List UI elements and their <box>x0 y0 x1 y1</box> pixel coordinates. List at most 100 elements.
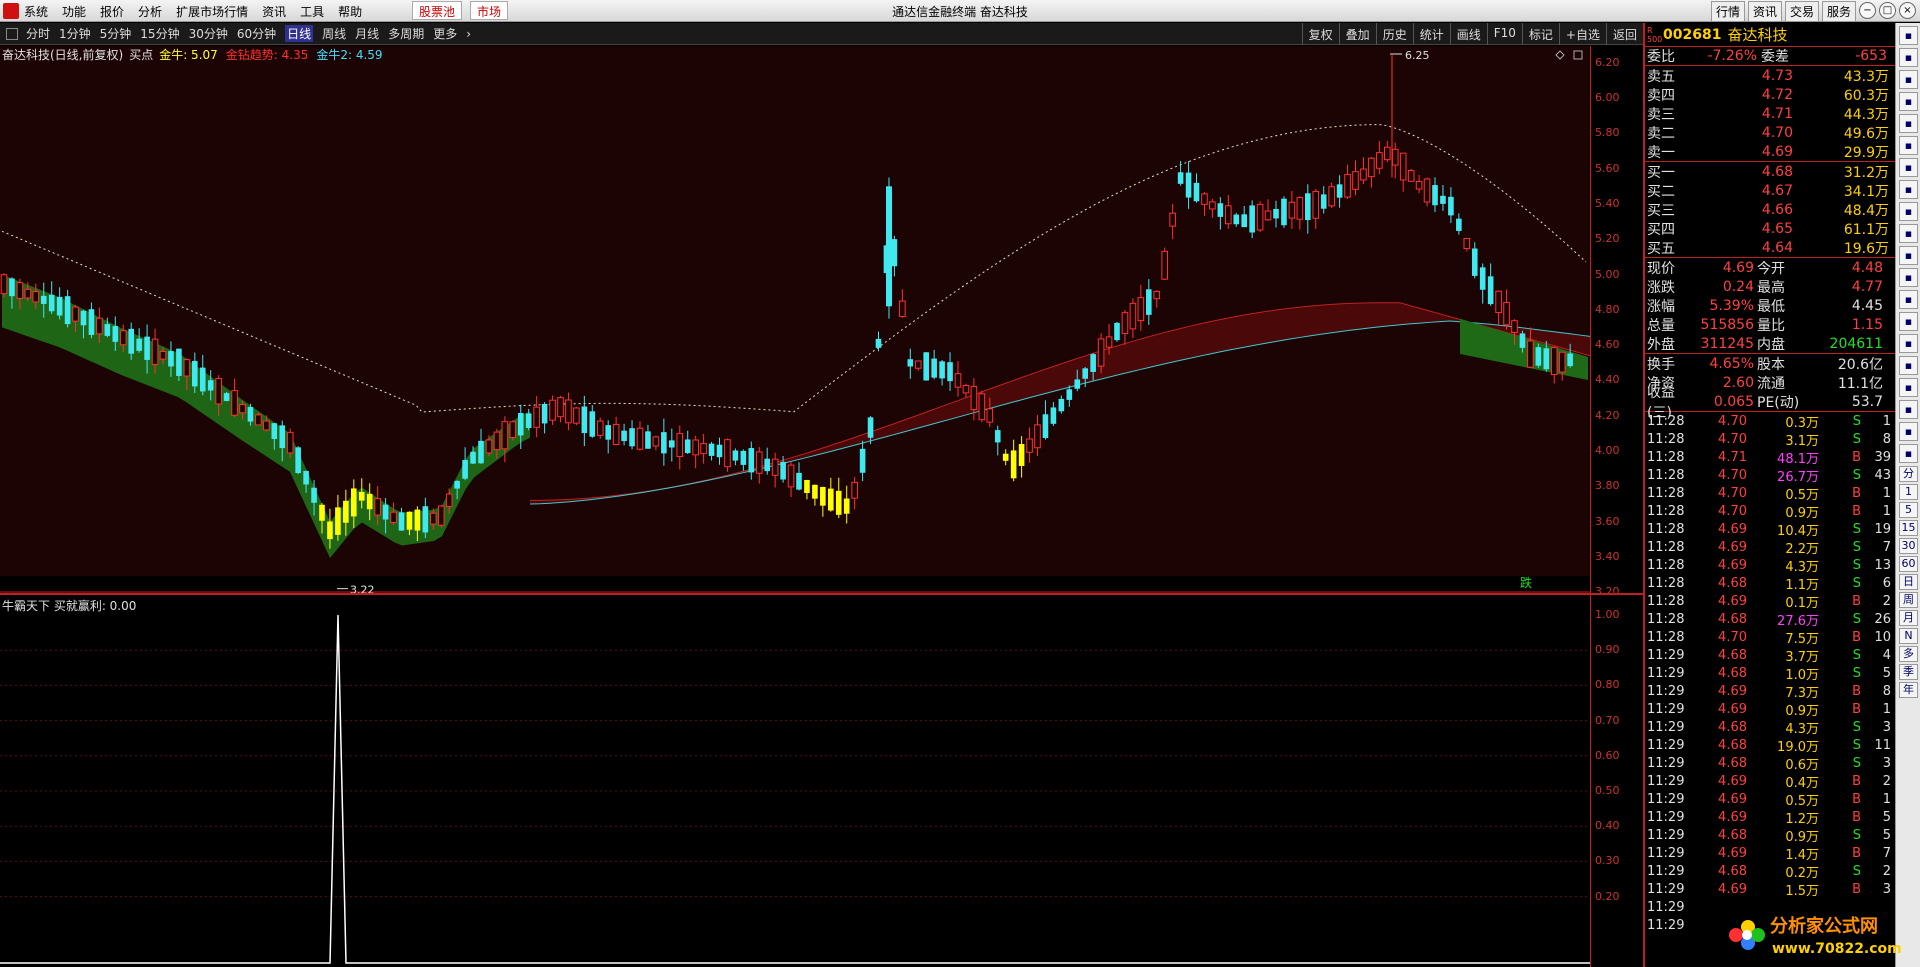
period-tab[interactable]: 15分钟 <box>140 25 179 42</box>
tick-row[interactable]: 11:28 4.69 10.4万 S 19 <box>1645 520 1895 539</box>
tick-row[interactable]: 11:29 4.69 1.2万 B 5 <box>1645 808 1895 827</box>
side-period-button[interactable]: 分 <box>1899 466 1918 482</box>
market-button[interactable]: 市场 <box>470 1 509 20</box>
period-tab[interactable]: 周线 <box>322 25 346 42</box>
back-button[interactable]: 返回 <box>1605 23 1643 45</box>
side-period-button[interactable]: 日 <box>1899 574 1918 590</box>
chevron-right-icon[interactable]: › <box>466 27 471 41</box>
order-book-row[interactable]: 买三 4.66 48.4万 <box>1645 200 1895 219</box>
side-period-button[interactable]: 月 <box>1899 610 1918 626</box>
history-button[interactable]: 历史 <box>1375 23 1413 45</box>
side-period-button[interactable]: 30 <box>1899 538 1918 554</box>
menu-item[interactable]: 工具 <box>300 3 324 20</box>
f10-button[interactable]: F10 <box>1486 23 1522 45</box>
order-book-row[interactable]: 买五 4.64 19.6万 <box>1645 238 1895 257</box>
side-tool-icon[interactable]: ▪ <box>1899 70 1918 89</box>
tick-row[interactable]: 11:28 4.71 48.1万 B 39 <box>1645 448 1895 467</box>
side-tool-icon[interactable]: ▪ <box>1899 180 1918 199</box>
tick-row[interactable]: 11:29 4.69 1.5万 B 3 <box>1645 880 1895 899</box>
tick-row[interactable]: 11:29 4.69 0.9万 B 1 <box>1645 700 1895 719</box>
side-tool-icon[interactable]: ▪ <box>1899 268 1918 287</box>
side-tool-icon[interactable]: ▪ <box>1899 202 1918 221</box>
indicator-name[interactable]: 买点 <box>129 46 153 63</box>
side-tool-icon[interactable]: ▪ <box>1899 334 1918 353</box>
tick-row[interactable]: 11:28 4.68 1.1万 S 6 <box>1645 574 1895 593</box>
indicator-chart[interactable]: 牛霸天下 买就赢利: 0.00 1.00 0.90 0.80 0.70 0.60 0.50… <box>0 593 1643 967</box>
trade-button[interactable]: 交易 <box>1784 1 1819 22</box>
menu-item[interactable]: 系统 <box>24 3 48 20</box>
add-watchlist-button[interactable]: +自选 <box>1558 23 1606 45</box>
side-tool-icon[interactable]: ▪ <box>1899 246 1918 265</box>
adjust-button[interactable]: 复权 <box>1301 23 1339 45</box>
app-logo-icon[interactable] <box>3 3 19 19</box>
side-tool-icon[interactable]: ▪ <box>1899 356 1918 375</box>
side-tool-icon[interactable]: ▪ <box>1899 422 1918 441</box>
service-button[interactable]: 服务 <box>1821 1 1856 22</box>
tick-row[interactable]: 11:28 4.69 2.2万 S 7 <box>1645 538 1895 557</box>
menu-item[interactable]: 资讯 <box>262 3 286 20</box>
tick-row[interactable]: 11:28 4.70 0.5万 B 1 <box>1645 484 1895 503</box>
side-tool-icon[interactable]: ▪ <box>1899 444 1918 463</box>
kline-plot[interactable]: 6.25 3.22 跌 <box>0 46 1590 593</box>
period-tab[interactable]: 60分钟 <box>237 25 276 42</box>
tick-row[interactable]: 11:28 4.70 0.9万 B 1 <box>1645 502 1895 521</box>
order-book-row[interactable]: 买二 4.67 34.1万 <box>1645 181 1895 200</box>
side-tool-icon[interactable]: ▪ <box>1899 378 1918 397</box>
period-tab-active[interactable]: 日线 <box>285 25 314 42</box>
menu-item[interactable]: 扩展市场行情 <box>176 3 248 20</box>
order-book-row[interactable]: 买一 4.68 31.2万 <box>1645 162 1895 181</box>
tick-row[interactable]: 11:29 4.68 1.0万 S 5 <box>1645 664 1895 683</box>
period-tab[interactable]: 多周期 <box>388 25 424 42</box>
tick-row[interactable]: 11:29 4.69 0.4万 B 2 <box>1645 772 1895 791</box>
side-period-button[interactable]: N <box>1899 628 1918 644</box>
side-tool-icon[interactable]: ▪ <box>1899 312 1918 331</box>
side-period-button[interactable]: 多 <box>1899 646 1918 662</box>
tick-row[interactable]: 11:29 4.68 0.2万 S 2 <box>1645 862 1895 881</box>
tick-row[interactable]: 11:29 4.68 0.6万 S 3 <box>1645 754 1895 773</box>
side-tool-icon[interactable]: ▪ <box>1899 114 1918 133</box>
minimize-icon[interactable]: − <box>1859 2 1876 19</box>
tick-row[interactable]: 11:29 4.69 1.4万 B 7 <box>1645 844 1895 863</box>
side-period-button[interactable]: 年 <box>1899 682 1918 698</box>
tick-row[interactable]: 11:29 4.68 4.3万 S 3 <box>1645 718 1895 737</box>
period-tab[interactable]: 1分钟 <box>59 25 91 42</box>
period-tab[interactable]: 分时 <box>26 25 50 42</box>
side-tool-icon[interactable]: ▪ <box>1899 400 1918 419</box>
indicator-plot[interactable] <box>0 595 1590 967</box>
news-button[interactable]: 资讯 <box>1747 1 1782 22</box>
side-period-button[interactable]: 60 <box>1899 556 1918 572</box>
stock-name[interactable]: 奋达科技 <box>1727 24 1787 45</box>
quote-button[interactable]: 行情 <box>1710 1 1745 22</box>
period-tab-more[interactable]: 更多 <box>433 25 457 42</box>
menu-item[interactable]: 报价 <box>100 3 124 20</box>
tick-row[interactable]: 11:28 4.69 4.3万 S 13 <box>1645 556 1895 575</box>
kline-chart[interactable]: 奋达科技(日线,前复权) 买点 金牛: 5.07 金钻趋势: 4.35 金牛2:… <box>0 46 1643 598</box>
tick-row[interactable]: 11:28 4.70 26.7万 S 43 <box>1645 466 1895 485</box>
draw-button[interactable]: 画线 <box>1449 23 1487 45</box>
side-tool-icon[interactable]: ▪ <box>1899 158 1918 177</box>
close-icon[interactable]: × <box>1899 2 1916 19</box>
order-book-row[interactable]: 卖三 4.71 44.3万 <box>1645 104 1895 123</box>
tick-row[interactable]: 11:29 4.69 0.5万 B 1 <box>1645 790 1895 809</box>
order-book-row[interactable]: 卖四 4.72 60.3万 <box>1645 85 1895 104</box>
period-tab[interactable]: 5分钟 <box>100 25 132 42</box>
period-tab[interactable]: 月线 <box>355 25 379 42</box>
tick-row[interactable]: 11:28 4.68 27.6万 S 26 <box>1645 610 1895 629</box>
tick-row[interactable]: 11:28 4.70 7.5万 B 10 <box>1645 628 1895 647</box>
stock-pool-button[interactable]: 股票池 <box>412 1 463 20</box>
maximize-icon[interactable]: □ <box>1879 2 1896 19</box>
tick-row[interactable]: 11:29 4.69 7.3万 B 8 <box>1645 682 1895 701</box>
side-tool-icon[interactable]: ▪ <box>1899 92 1918 111</box>
tick-list[interactable]: 11:28 4.70 0.3万 S 1 11:28 4.70 3.1万 S 8 11:28 4.71 4… <box>1645 412 1895 934</box>
side-tool-icon[interactable]: ▪ <box>1899 290 1918 309</box>
side-tool-icon[interactable]: ▪ <box>1899 26 1918 45</box>
tick-row[interactable]: 11:29 4.68 0.9万 S 5 <box>1645 826 1895 845</box>
mark-button[interactable]: 标记 <box>1521 23 1559 45</box>
menu-item[interactable]: 功能 <box>62 3 86 20</box>
tick-row[interactable]: 11:28 4.70 3.1万 S 8 <box>1645 430 1895 449</box>
tick-row[interactable]: 11:29 4.68 3.7万 S 4 <box>1645 646 1895 665</box>
menu-item[interactable]: 分析 <box>138 3 162 20</box>
tick-row[interactable]: 11:28 4.69 0.1万 B 2 <box>1645 592 1895 611</box>
menu-item[interactable]: 帮助 <box>338 3 362 20</box>
side-tool-icon[interactable]: ▪ <box>1899 48 1918 67</box>
